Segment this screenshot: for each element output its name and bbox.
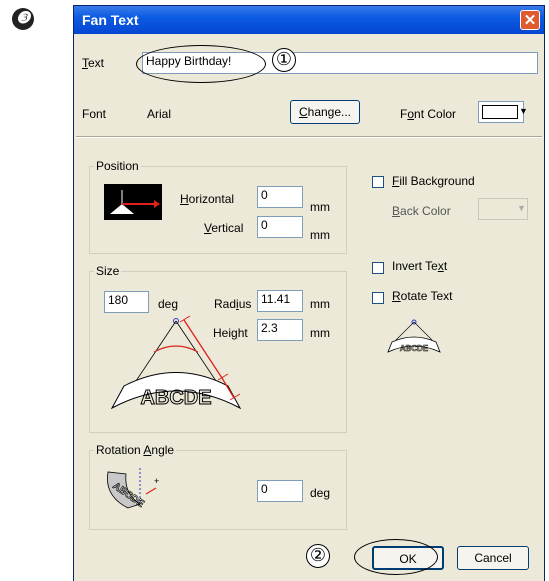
- rotation-angle-value: 0: [261, 482, 268, 496]
- fill-background-label: Fill Background: [392, 174, 475, 188]
- position-preview-icon: [104, 184, 162, 220]
- chevron-down-icon: ▼: [517, 203, 526, 213]
- rotate-text-preview-icon: ABCDE: [387, 319, 441, 353]
- position-group-title: Position: [94, 159, 141, 173]
- font-color-swatch: [482, 105, 518, 119]
- font-label: Font: [82, 107, 107, 121]
- back-color-label: Back Color: [392, 204, 451, 218]
- fan-text-dialog: Fan Text ✕ Text Happy Birthday! Font Ari…: [73, 5, 545, 581]
- dialog-title: Fan Text: [82, 12, 139, 28]
- change-font-button[interactable]: Change...: [290, 100, 360, 124]
- title-bar[interactable]: Fan Text ✕: [74, 6, 544, 34]
- horizontal-label: Horizontal: [180, 192, 235, 206]
- invert-text-checkbox[interactable]: [372, 262, 384, 274]
- rotation-angle-group-title: Rotation Angle: [94, 443, 177, 457]
- radius-value: 11.41: [261, 292, 291, 306]
- angle-input[interactable]: 180: [104, 291, 149, 313]
- horizontal-unit: mm: [310, 200, 330, 214]
- horizontal-value: 0: [261, 188, 268, 202]
- horizontal-input[interactable]: 0: [257, 186, 303, 208]
- height-unit: mm: [310, 326, 330, 340]
- font-name: Arial: [147, 107, 172, 121]
- close-button[interactable]: ✕: [520, 10, 540, 30]
- rotation-preview-icon: ABCDE +: [107, 468, 159, 510]
- rotate-text-checkbox[interactable]: [372, 292, 384, 304]
- radius-unit: mm: [310, 297, 330, 311]
- fill-background-checkbox[interactable]: [372, 176, 384, 188]
- back-color-picker[interactable]: ▼: [478, 198, 528, 220]
- rotate-text-preview-text: ABCDE: [400, 344, 429, 353]
- font-color-label: Font Color: [400, 107, 457, 121]
- radius-input[interactable]: 11.41: [257, 290, 303, 312]
- radius-label: Radius: [214, 297, 252, 311]
- text-label: Text: [82, 56, 105, 70]
- text-field-callout-ellipse: [136, 45, 266, 83]
- size-diagram: ABCDE: [110, 315, 242, 410]
- callout-number-one: ①: [272, 48, 296, 72]
- svg-text:+: +: [154, 476, 159, 486]
- cancel-button-label: Cancel: [474, 551, 512, 565]
- vertical-label: Vertical: [204, 221, 244, 235]
- angle-value: 180: [108, 293, 129, 307]
- ok-button-callout-ellipse: [354, 539, 438, 575]
- rotation-angle-input[interactable]: 0: [257, 480, 303, 502]
- step-three-marker: ❸: [12, 8, 34, 30]
- angle-unit: deg: [158, 297, 179, 311]
- invert-text-label: Invert Text: [392, 259, 448, 273]
- vertical-unit: mm: [310, 228, 330, 242]
- callout-number-two: ②: [306, 544, 330, 568]
- size-preview-text: ABCDE: [140, 387, 211, 409]
- rotate-text-label: Rotate Text: [392, 289, 453, 303]
- chevron-down-icon: ▼: [519, 106, 528, 116]
- separator: [76, 136, 542, 138]
- vertical-value: 0: [261, 218, 268, 232]
- cancel-button[interactable]: Cancel: [457, 546, 529, 570]
- size-group-title: Size: [94, 264, 122, 278]
- vertical-input[interactable]: 0: [257, 216, 303, 238]
- font-color-picker[interactable]: ▼: [478, 101, 528, 123]
- rotation-angle-unit: deg: [310, 486, 331, 500]
- close-icon: ✕: [523, 12, 537, 29]
